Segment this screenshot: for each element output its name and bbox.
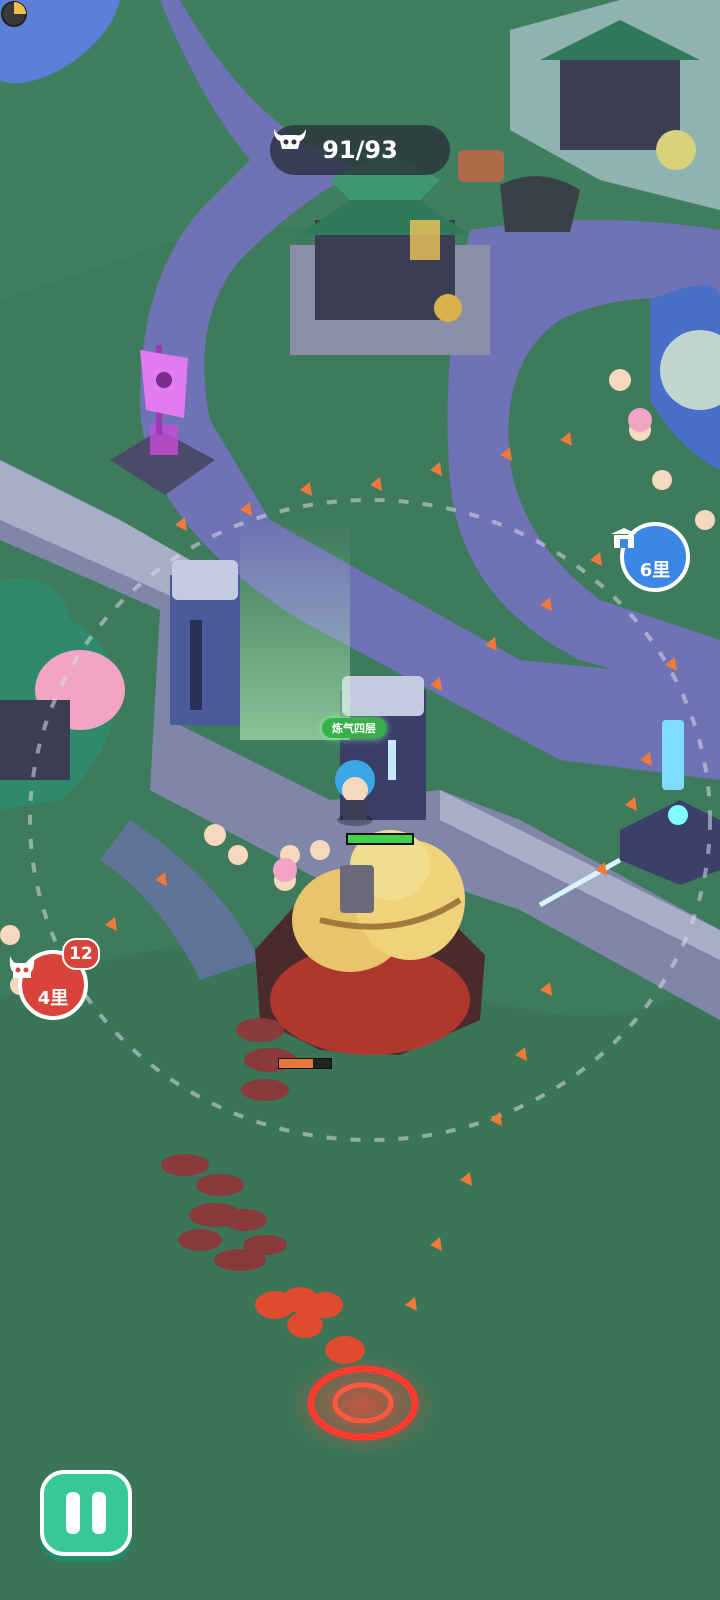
player-realm-label: 炼气四层 bbox=[322, 718, 386, 738]
gate-distance-marker[interactable]: 6里 bbox=[611, 522, 690, 592]
enemy-count-badge: 12 bbox=[62, 938, 100, 970]
bull-skull-icon bbox=[274, 129, 306, 149]
pause-button[interactable] bbox=[40, 1470, 132, 1556]
player-health-fill bbox=[348, 835, 412, 843]
kill-counter-value: 91/93 bbox=[322, 136, 398, 164]
enemy-health-fill bbox=[279, 1059, 313, 1068]
demon-icon bbox=[9, 956, 35, 978]
enemy-health-bar bbox=[278, 1058, 332, 1069]
skill-cooldown-icon bbox=[1, 1, 27, 27]
skill-cooldown-fill bbox=[14, 2, 26, 14]
player-health-bar bbox=[346, 833, 414, 845]
gate-distance-label: 6里 bbox=[639, 560, 671, 581]
demon-distance-label: 4里 bbox=[37, 988, 69, 1009]
game-map[interactable]: 91/93 炼气四层 6里 4里 12 bbox=[0, 0, 720, 1600]
pause-icon bbox=[66, 1492, 80, 1534]
kill-counter: 91/93 bbox=[270, 125, 450, 175]
pause-icon-bar bbox=[92, 1492, 106, 1534]
gate-icon bbox=[611, 528, 637, 548]
map-scenery bbox=[0, 0, 720, 1600]
